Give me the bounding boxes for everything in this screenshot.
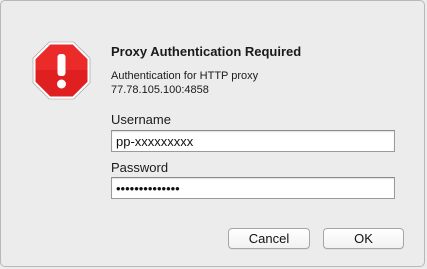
dialog-message: Authentication for HTTP proxy 77.78.105.… xyxy=(111,69,258,97)
warning-stop-icon xyxy=(32,41,91,100)
password-field[interactable] xyxy=(111,177,395,199)
password-label: Password xyxy=(111,160,169,175)
username-field[interactable] xyxy=(111,130,395,152)
message-line-2: 77.78.105.100:4858 xyxy=(111,84,209,96)
proxy-auth-dialog: Proxy Authentication Required Authentica… xyxy=(0,0,425,267)
ok-button[interactable]: OK xyxy=(323,228,404,249)
dialog-title: Proxy Authentication Required xyxy=(111,44,302,59)
cancel-button[interactable]: Cancel xyxy=(228,228,310,249)
message-line-1: Authentication for HTTP proxy xyxy=(111,70,259,82)
username-label: Username xyxy=(111,112,171,127)
